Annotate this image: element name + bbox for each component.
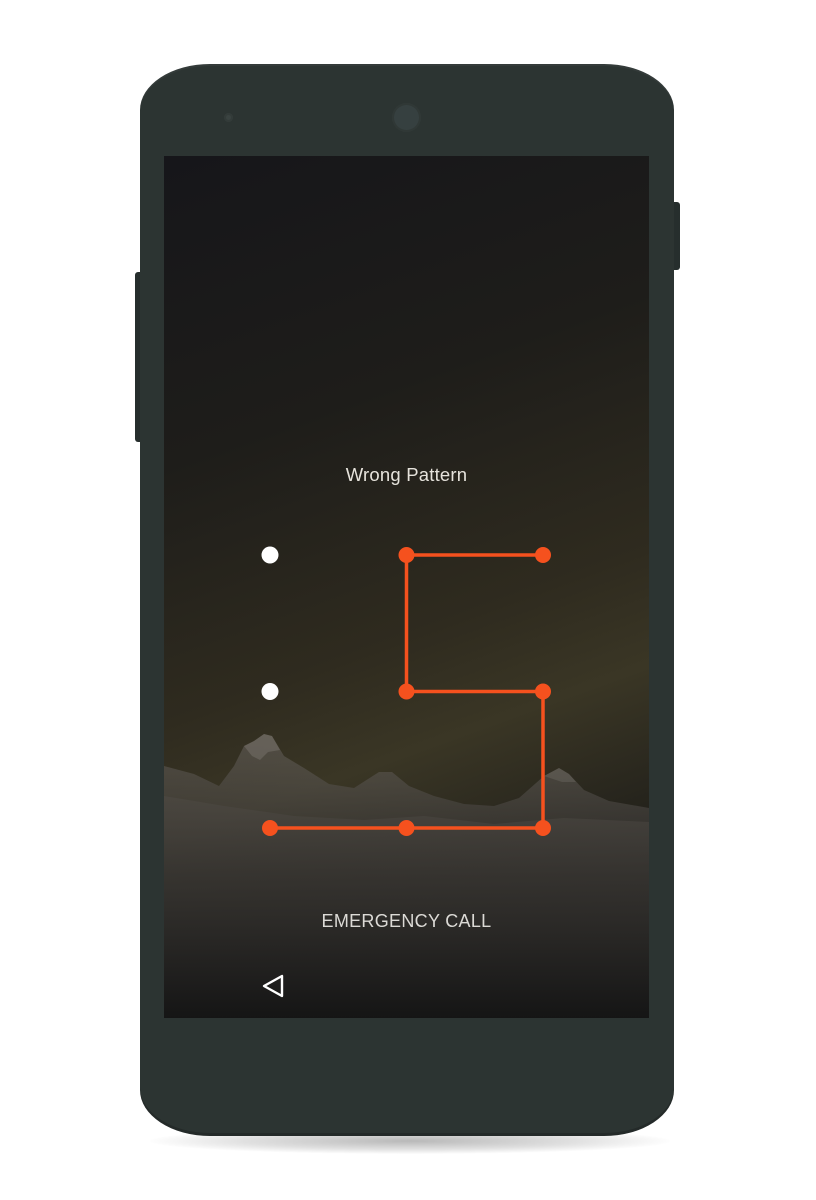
pattern-dot-r2c0[interactable] bbox=[262, 820, 278, 836]
proximity-sensor-icon bbox=[224, 113, 233, 122]
emergency-call-button[interactable]: EMERGENCY CALL bbox=[164, 911, 649, 932]
pattern-dot-r0c1[interactable] bbox=[398, 547, 415, 563]
phone-mockup-scene: Wrong Pattern EMERGENCY CALL bbox=[0, 0, 816, 1200]
pattern-dot-r1c0[interactable] bbox=[261, 683, 279, 700]
back-triangle-icon bbox=[262, 974, 284, 998]
pattern-grid[interactable] bbox=[164, 156, 649, 1018]
pattern-dot-r0c2[interactable] bbox=[535, 547, 551, 563]
front-camera-icon bbox=[392, 103, 421, 132]
pattern-dot-r1c1[interactable] bbox=[398, 683, 415, 700]
pattern-dot-r1c2[interactable] bbox=[535, 683, 551, 700]
back-button[interactable] bbox=[254, 968, 290, 1004]
pattern-dot-r0c0[interactable] bbox=[261, 546, 279, 564]
lock-screen: Wrong Pattern EMERGENCY CALL bbox=[164, 156, 649, 1018]
pattern-dot-r2c1[interactable] bbox=[398, 820, 415, 836]
pattern-dot-r2c2[interactable] bbox=[535, 820, 551, 836]
